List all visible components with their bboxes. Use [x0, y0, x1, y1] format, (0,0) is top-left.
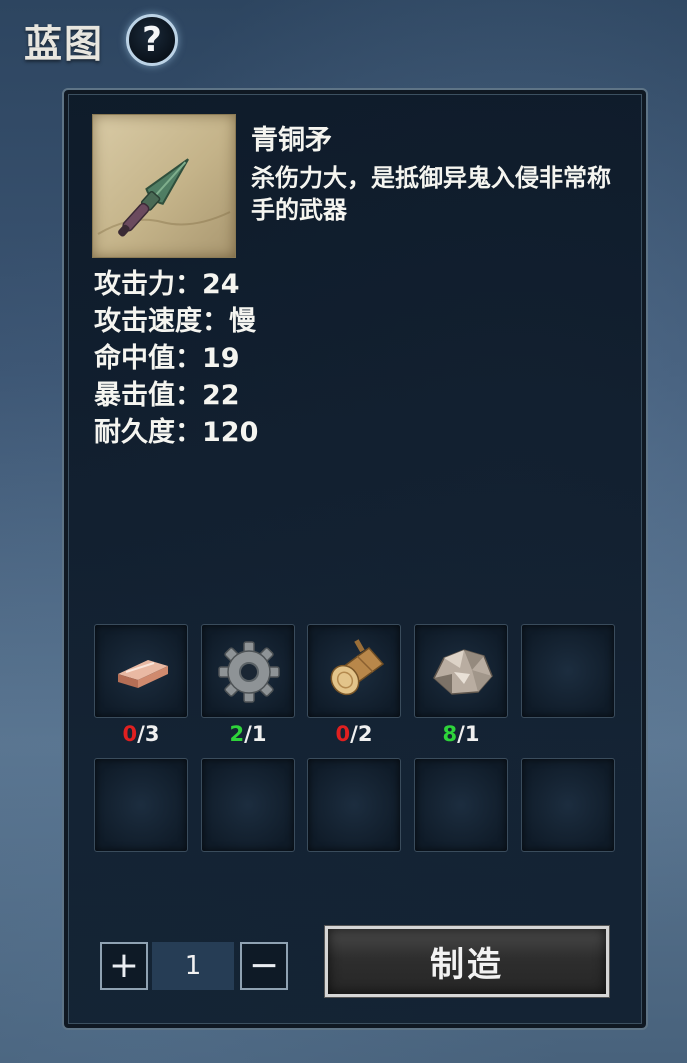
material-slot-empty[interactable] — [307, 758, 401, 852]
quantity-value[interactable]: 1 — [152, 942, 234, 990]
page-title: 蓝图 — [24, 21, 105, 66]
stat-critical: 暴击值：22 — [94, 380, 240, 411]
craft-button[interactable]: 制造 — [325, 926, 609, 997]
blueprint-panel: 青铜矛 杀伤力大，是抵御异鬼入侵非常称手的武器 攻击力：24 攻击速度：慢 命中… — [62, 88, 648, 1030]
copper-ingot-icon — [118, 660, 168, 688]
material-slot-ore[interactable] — [414, 624, 508, 718]
material-count: 0/3 — [122, 722, 160, 746]
material-slot-empty[interactable] — [521, 624, 615, 718]
material-slot-gear[interactable] — [201, 624, 295, 718]
material-slot-empty[interactable] — [414, 758, 508, 852]
stat-durability: 耐久度：120 — [94, 417, 259, 448]
stat-attack-speed: 攻击速度：慢 — [94, 306, 256, 337]
ore-rock-icon — [433, 649, 493, 695]
material-slot-wood-log[interactable] — [307, 624, 401, 718]
item-description: 杀伤力大，是抵御异鬼入侵非常称手的武器 — [251, 164, 611, 224]
material-slot-empty[interactable] — [201, 758, 295, 852]
material-count: 8/1 — [442, 722, 480, 746]
header: 蓝图 ? — [24, 14, 179, 66]
increase-quantity-button[interactable]: + — [100, 942, 148, 990]
question-mark-icon: ? — [142, 20, 162, 60]
material-slot-empty[interactable] — [521, 758, 615, 852]
decrease-quantity-button[interactable]: − — [240, 942, 288, 990]
item-name: 青铜矛 — [251, 125, 332, 156]
stat-attack: 攻击力：24 — [94, 269, 240, 300]
material-count: 0/2 — [335, 722, 373, 746]
gear-icon — [218, 641, 280, 703]
stats-list: 攻击力：24 攻击速度：慢 命中值：19 暴击值：22 耐久度：120 — [94, 266, 258, 451]
help-button[interactable]: ? — [126, 14, 179, 66]
material-count: 2/1 — [229, 722, 267, 746]
minus-icon: − — [248, 945, 280, 986]
plus-icon: + — [108, 945, 140, 986]
bronze-spear-icon — [91, 113, 237, 259]
stat-accuracy: 命中值：19 — [94, 343, 240, 374]
wood-log-icon — [330, 639, 385, 696]
material-slot-copper-ingot[interactable] — [94, 624, 188, 718]
material-slot-empty[interactable] — [94, 758, 188, 852]
